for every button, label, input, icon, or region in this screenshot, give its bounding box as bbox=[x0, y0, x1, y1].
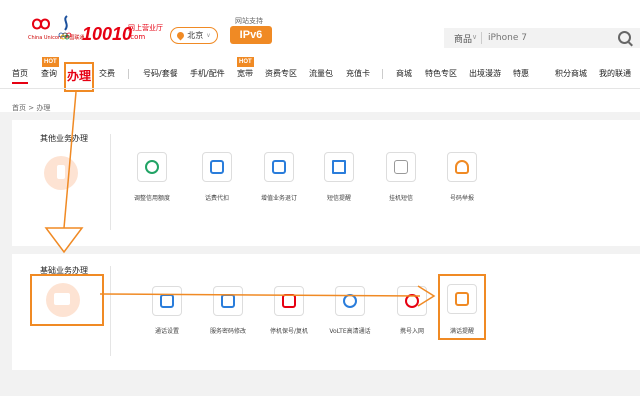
guide-arrows bbox=[44, 91, 436, 307]
arrow-head-down bbox=[44, 227, 84, 254]
arrow-shaft bbox=[63, 91, 77, 229]
arrow-head-right bbox=[417, 285, 436, 307]
arrow-shaft bbox=[99, 293, 421, 297]
